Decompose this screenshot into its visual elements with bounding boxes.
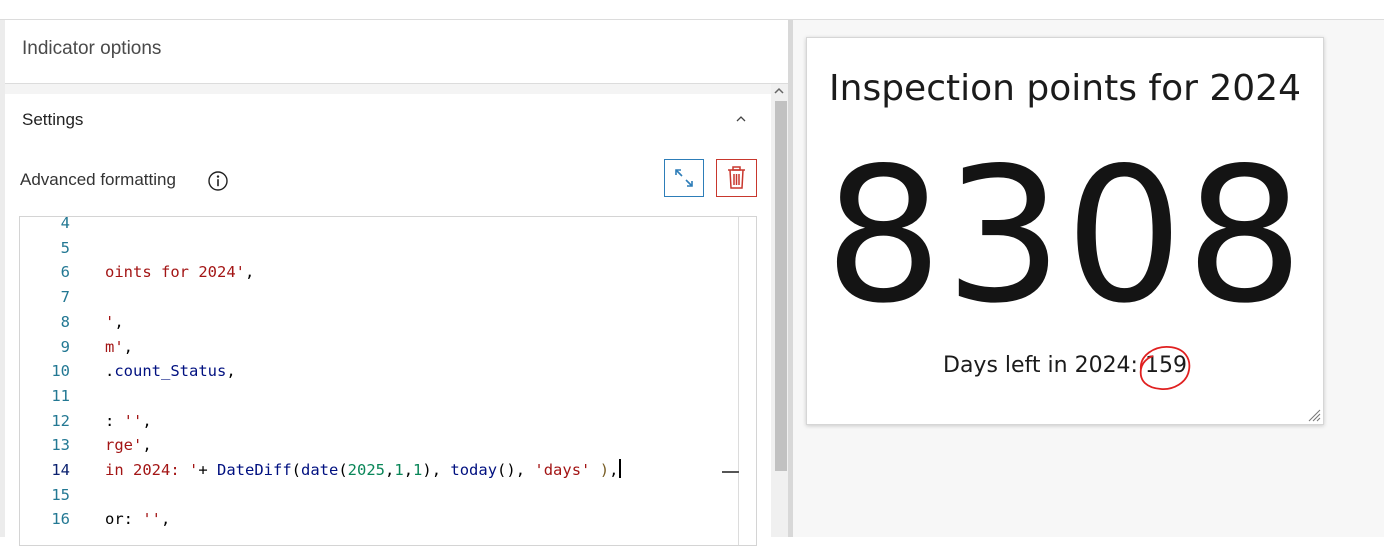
annotation-circle-icon	[1139, 346, 1191, 390]
settings-title[interactable]: Settings	[22, 110, 83, 130]
indicator-card: Inspection points for 2024 8308 Days lef…	[806, 37, 1324, 425]
indicator-bottom-label: Days left in 2024:	[943, 353, 1138, 378]
panel-header: Indicator options	[5, 20, 788, 84]
settings-section: Settings Advanced formatting 4 5 6 oints…	[5, 94, 771, 546]
code-token: date	[301, 461, 339, 479]
code-line[interactable]: 9 m',	[20, 335, 740, 360]
days-left-highlight: 159	[1139, 346, 1191, 390]
panel-scrollbar[interactable]	[771, 84, 788, 537]
code-text: .count_Status,	[105, 359, 236, 384]
line-number: 8	[60, 312, 70, 331]
line-number: 4	[60, 216, 70, 232]
code-token: ,	[142, 411, 152, 430]
arcade-code-editor[interactable]: 4 5 6 oints for 2024', 7 8 ', 9 m', 10 .count_Stat…	[19, 216, 757, 546]
code-token: in 2024: '	[105, 461, 199, 479]
line-number: 12	[51, 411, 70, 430]
code-line[interactable]: 13 rge',	[20, 433, 740, 458]
code-token: ,	[609, 461, 619, 479]
line-number: 16	[51, 510, 70, 529]
code-line[interactable]: 8 ',	[20, 310, 740, 335]
code-line[interactable]: 10 .count_Status,	[20, 359, 740, 384]
code-token: +	[198, 461, 217, 479]
code-token: :	[105, 411, 124, 430]
panel-scroll-thumb[interactable]	[775, 101, 787, 471]
line-number: 5	[60, 238, 70, 257]
indicator-bottom-text: Days left in 2024: 159	[807, 346, 1323, 390]
code-token: ,	[161, 510, 171, 529]
code-token: count_Status	[114, 362, 227, 381]
code-token: today	[450, 461, 498, 479]
info-circle-icon[interactable]	[207, 170, 229, 192]
code-text: in 2024: '+ DateDiff(date(2025,1,1), tod…	[105, 458, 621, 483]
advanced-formatting-label: Advanced formatting	[20, 170, 176, 189]
panel-title: Indicator options	[22, 38, 162, 59]
code-text: or: '',	[105, 507, 170, 532]
trash-icon	[728, 166, 745, 189]
indicator-options-panel: Indicator options Settings Advanced form…	[0, 20, 788, 546]
code-line[interactable]: 11	[20, 384, 740, 409]
code-token: ,	[385, 461, 395, 479]
dashboard-preview: Inspection points for 2024 8308 Days lef…	[793, 20, 1384, 537]
line-number: 11	[51, 386, 70, 405]
top-bar	[0, 0, 1384, 20]
editor-scrollbar[interactable]	[722, 217, 756, 545]
code-token: .	[105, 362, 115, 381]
code-token: 1	[413, 461, 423, 479]
code-line[interactable]: 7	[20, 285, 740, 310]
scroll-up-arrow-icon[interactable]	[774, 87, 784, 95]
code-token: (	[338, 461, 348, 479]
code-text: oints for 2024',	[105, 260, 254, 285]
code-token: ,	[123, 337, 134, 356]
code-token: DateDiff	[217, 461, 292, 479]
chevron-up-icon[interactable]	[736, 114, 746, 124]
code-text: ',	[105, 310, 124, 335]
code-token: (	[291, 461, 301, 479]
line-number: 13	[51, 436, 70, 455]
code-token: oints for 2024'	[105, 263, 245, 282]
line-number: 9	[60, 337, 70, 356]
code-line[interactable]: 12: '',	[20, 409, 740, 434]
line-number: 7	[60, 288, 70, 307]
indicator-title: Inspection points for 2024	[829, 68, 1301, 109]
code-token: ,	[244, 263, 255, 282]
indicator-value: 8308	[824, 127, 1306, 344]
line-number: 15	[51, 485, 70, 504]
code-token: ,	[403, 461, 414, 479]
panel-gap	[5, 84, 771, 94]
code-text: : '',	[105, 409, 152, 434]
code-token: '	[105, 312, 115, 331]
line-number: 10	[51, 362, 70, 381]
code-token: 1	[394, 461, 404, 479]
line-number: 6	[60, 263, 70, 282]
line-number: 14	[51, 461, 70, 479]
code-token: 2025	[347, 461, 385, 479]
code-token: ''	[142, 510, 161, 529]
code-token: rge'	[105, 436, 143, 455]
code-line[interactable]: 14 in 2024: '+ DateDiff(date(2025,1,1), t…	[20, 458, 740, 483]
code-line[interactable]: 4	[20, 216, 740, 236]
code-token: ),	[422, 461, 451, 479]
delete-button[interactable]	[716, 159, 757, 197]
expand-arrows-icon	[675, 169, 693, 187]
code-token: (),	[497, 461, 535, 479]
code-token: ,	[226, 362, 236, 381]
code-line[interactable]: 16 or: '',	[20, 507, 740, 532]
code-text: m',	[105, 335, 133, 360]
code-token: ''	[123, 411, 143, 430]
code-token: ,	[142, 436, 152, 455]
code-token: )	[599, 461, 610, 479]
code-line[interactable]: 5	[20, 236, 740, 261]
expand-editor-button[interactable]	[664, 159, 704, 197]
code-token: 'days'	[534, 461, 591, 479]
code-token: ,	[114, 312, 124, 331]
code-line[interactable]: 6 oints for 2024',	[20, 260, 740, 285]
resize-handle-icon[interactable]	[1307, 408, 1321, 422]
code-text: rge',	[105, 433, 152, 458]
code-token: m'	[105, 337, 124, 356]
code-token: or:	[105, 510, 143, 529]
code-line[interactable]: 15	[20, 483, 740, 508]
text-caret	[619, 459, 621, 478]
